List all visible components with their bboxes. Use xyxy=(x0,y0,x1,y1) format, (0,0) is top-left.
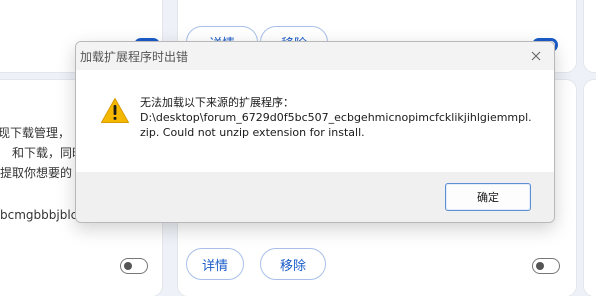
error-message-line: zip. Could not unzip extension for insta… xyxy=(140,126,365,139)
warning-icon xyxy=(100,97,130,128)
dialog-content: 无法加载以下来源的扩展程序： D:\desktop\forum_6729d0f5… xyxy=(76,70,554,172)
extension-id: bcmgbbbjblc xyxy=(0,208,78,222)
extension-toggle[interactable] xyxy=(532,258,560,274)
ok-button[interactable]: 确定 xyxy=(445,183,531,211)
extension-description-line: 现下载管理， xyxy=(0,126,71,140)
extension-toggle[interactable] xyxy=(120,258,148,274)
error-message-line: 无法加载以下来源的扩展程序： xyxy=(140,96,294,109)
error-message: 无法加载以下来源的扩展程序： D:\desktop\forum_6729d0f5… xyxy=(140,95,532,140)
remove-button[interactable]: 移除 xyxy=(260,248,326,280)
error-dialog: 加载扩展程序时出错 无法加载以下来源的扩展程序： D:\desktop\foru… xyxy=(75,41,555,223)
extension-description-line: 和下载，同时 xyxy=(12,146,85,160)
error-message-line: D:\desktop\forum_6729d0f5bc507_ecbgehmic… xyxy=(140,111,532,124)
dialog-titlebar: 加载扩展程序时出错 xyxy=(76,42,554,70)
dialog-title: 加载扩展程序时出错 xyxy=(80,50,189,64)
dialog-footer: 确定 xyxy=(76,172,554,222)
extension-card-right xyxy=(584,80,596,296)
details-button[interactable]: 详情 xyxy=(186,248,244,280)
extension-description-line: 提取你想要的 xyxy=(0,166,73,180)
extension-card-top-right xyxy=(584,0,596,72)
close-icon[interactable] xyxy=(524,44,548,68)
